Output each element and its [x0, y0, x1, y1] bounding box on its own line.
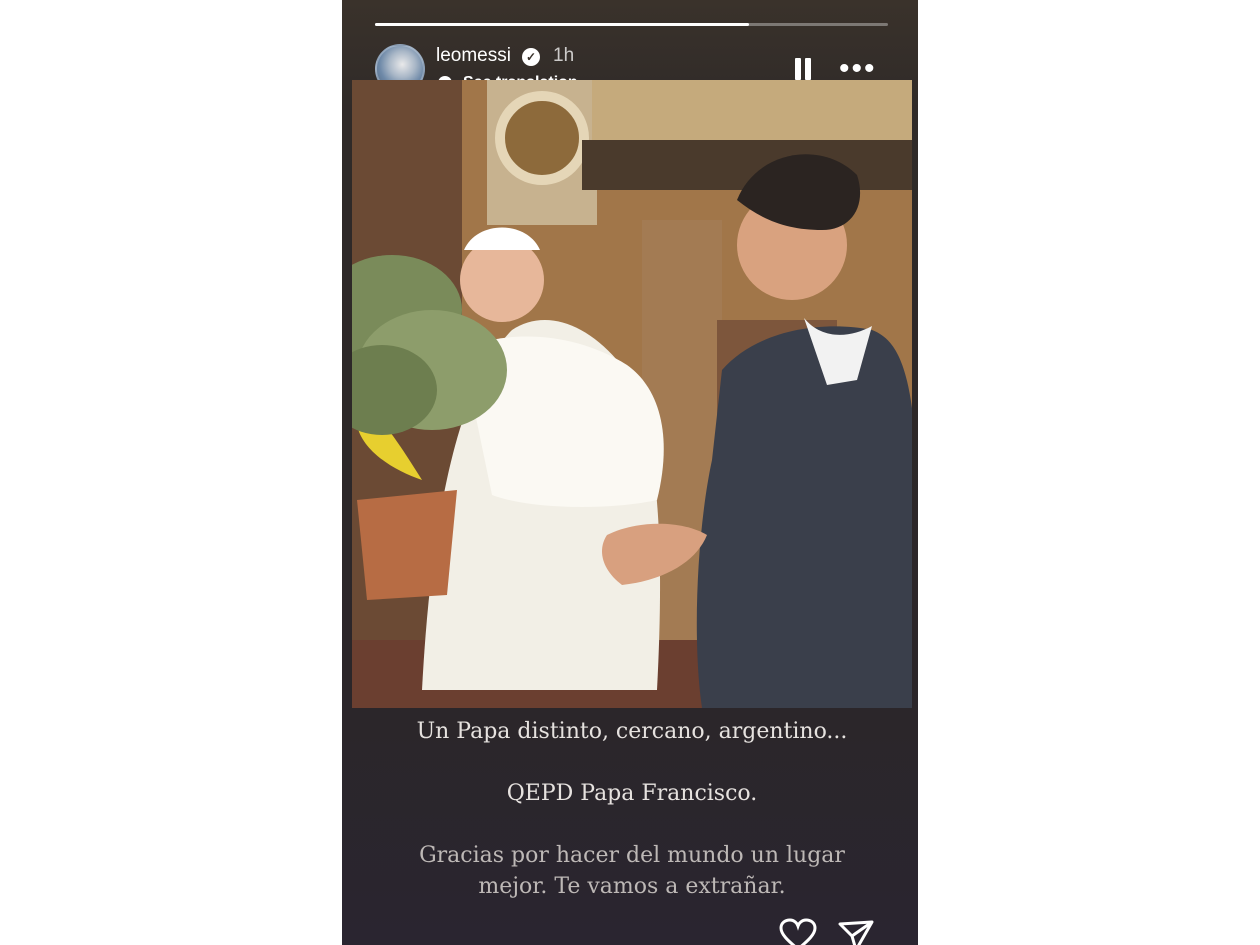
flower-pot	[357, 490, 457, 600]
like-button[interactable]	[778, 918, 818, 945]
username[interactable]: leomessi	[436, 45, 511, 67]
story-photo	[352, 80, 912, 708]
ornamental-medallion	[495, 91, 589, 185]
dark-suit	[696, 326, 912, 708]
story-photo-illustration	[352, 80, 912, 708]
send-button[interactable]	[836, 918, 876, 945]
story-viewer: leomessi ✓ 1h See translation •••	[342, 0, 918, 945]
caption-line-3: Gracias por hacer del mundo un lugar mej…	[419, 843, 845, 899]
time-ago: 1h	[553, 45, 575, 66]
send-icon	[838, 920, 874, 945]
caption-line-2: QEPD Papa Francisco.	[506, 781, 758, 806]
pause-icon	[805, 58, 811, 80]
pause-button[interactable]	[794, 58, 814, 80]
heart-icon	[779, 918, 817, 945]
verified-badge-icon: ✓	[522, 48, 540, 66]
pope-head	[460, 238, 544, 322]
caption-line-1: Un Papa distinto, cercano, argentino...	[416, 719, 848, 744]
pause-icon	[795, 58, 801, 80]
